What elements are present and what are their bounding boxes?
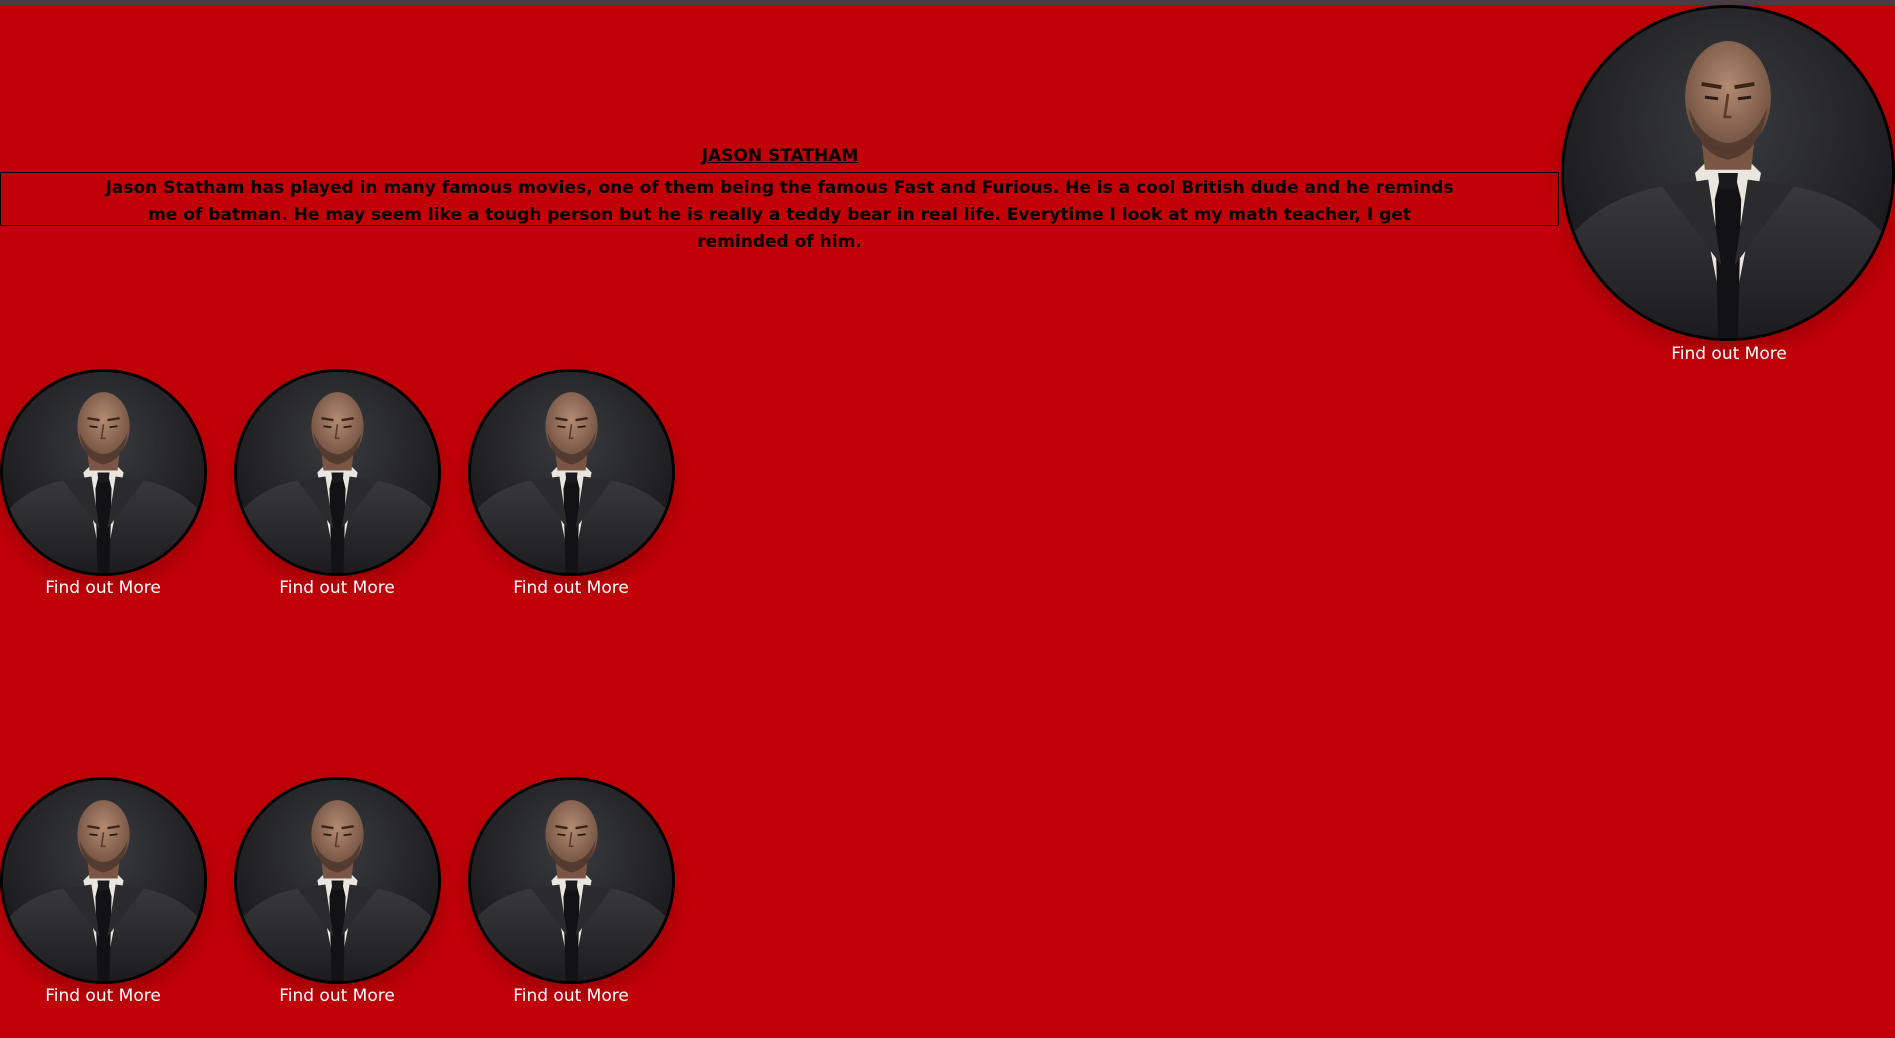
page-title: JASON STATHAM: [701, 146, 859, 166]
hero-find-out-more-link[interactable]: Find out More: [1624, 344, 1834, 364]
portrait-illustration: [237, 372, 438, 573]
grid-portrait-image-1[interactable]: [0, 369, 207, 576]
grid-find-out-more-link-1[interactable]: Find out More: [0, 578, 208, 598]
top-border: [0, 0, 1895, 5]
grid-portrait-image-3[interactable]: [468, 369, 675, 576]
grid-find-out-more-link-4[interactable]: Find out More: [0, 986, 208, 1006]
grid-portrait-image-6[interactable]: [468, 777, 675, 984]
portrait-illustration: [471, 780, 672, 981]
portrait-illustration: [1564, 8, 1892, 338]
grid-portrait-image-5[interactable]: [234, 777, 441, 984]
grid-find-out-more-link-3[interactable]: Find out More: [466, 578, 676, 598]
grid-find-out-more-link-2[interactable]: Find out More: [232, 578, 442, 598]
portrait-illustration: [3, 780, 204, 981]
portrait-illustration: [3, 372, 204, 573]
grid-find-out-more-link-6[interactable]: Find out More: [466, 986, 676, 1006]
hero-portrait-image[interactable]: [1561, 5, 1895, 341]
grid-portrait-image-4[interactable]: [0, 777, 207, 984]
grid-find-out-more-link-5[interactable]: Find out More: [232, 986, 442, 1006]
bio-text: Jason Statham has played in many famous …: [0, 172, 1559, 252]
grid-portrait-image-2[interactable]: [234, 369, 441, 576]
portrait-illustration: [471, 372, 672, 573]
portrait-illustration: [237, 780, 438, 981]
